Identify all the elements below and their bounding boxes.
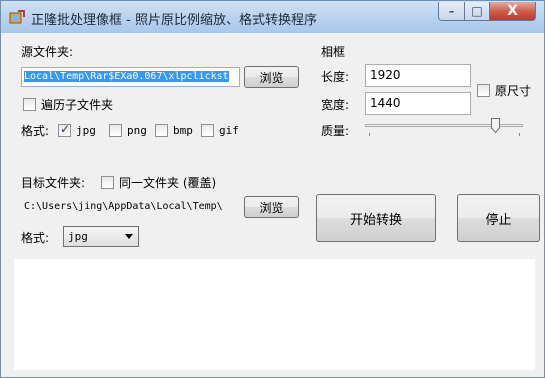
window-title: 正隆批处理像框 - 照片原比例缩放、格式转换程序 [31, 13, 317, 28]
subfolders-label: 遍历子文件夹 [41, 98, 114, 112]
format-jpg-label: jpg [76, 124, 96, 137]
close-icon: X [507, 3, 518, 19]
format-jpg-checkbox[interactable] [58, 122, 71, 137]
same-folder-checkbox[interactable] [101, 176, 114, 189]
target-browse-label: 浏览 [259, 200, 284, 215]
quality-slider-thumb[interactable] [490, 118, 500, 133]
target-format-value: jpg [68, 230, 88, 243]
stop-label: 停止 [485, 212, 512, 228]
format-png-checkbox[interactable] [109, 124, 122, 137]
target-browse-button[interactable]: 浏览 [244, 196, 299, 218]
length-input[interactable]: 1920 [365, 64, 471, 87]
original-size-label: 原尺寸 [495, 84, 532, 98]
app-window: 正隆批处理像框 - 照片原比例缩放、格式转换程序 – □ X 源文件夹: Loc… [0, 0, 545, 378]
subfolders-checkbox[interactable] [23, 98, 36, 111]
source-browse-label: 浏览 [259, 70, 284, 85]
format-png-label: png [127, 124, 147, 137]
source-browse-button[interactable]: 浏览 [244, 66, 299, 88]
same-folder-label: 同一文件夹 (覆盖) [119, 176, 217, 190]
minimize-icon: – [448, 4, 455, 18]
maximize-icon: □ [471, 4, 483, 18]
target-format-label: 格式: [21, 231, 50, 245]
length-label: 长度: [321, 70, 350, 84]
format-gif-label: gif [219, 124, 239, 137]
format-bmp-checkbox[interactable] [155, 124, 168, 137]
app-icon [9, 10, 25, 24]
quality-tick [369, 133, 370, 136]
format-bmp-label: bmp [173, 124, 193, 137]
chevron-down-icon [125, 234, 133, 239]
minimize-button[interactable]: – [438, 2, 465, 21]
title-bar[interactable]: 正隆批处理像框 - 照片原比例缩放、格式转换程序 – □ X [1, 1, 544, 33]
target-format-select[interactable]: jpg [63, 226, 139, 247]
quality-label: 质量: [321, 124, 350, 138]
target-folder-label: 目标文件夹: [21, 176, 86, 190]
blank-area [14, 259, 535, 370]
source-path-input[interactable]: Local\Temp\Rar$EXa0.067\xlpclickst [21, 67, 240, 87]
target-path-input[interactable]: C:\Users\jing\AppData\Local\Temp\ [21, 197, 240, 217]
maximize-button[interactable]: □ [464, 2, 490, 21]
stop-button[interactable]: 停止 [457, 194, 540, 242]
source-path-text: Local\Temp\Rar$EXa0.067\xlpclickst [24, 71, 229, 82]
format-gif-checkbox[interactable] [201, 124, 214, 137]
close-button[interactable]: X [489, 2, 536, 21]
width-label: 宽度: [321, 98, 350, 112]
frame-group-label: 相框 [321, 45, 346, 59]
start-convert-button[interactable]: 开始转换 [316, 194, 436, 242]
source-folder-label: 源文件夹: [21, 45, 74, 59]
quality-tick [519, 133, 520, 136]
start-convert-label: 开始转换 [349, 212, 402, 228]
width-input[interactable]: 1440 [365, 92, 471, 115]
original-size-checkbox[interactable] [477, 84, 490, 97]
source-format-label: 格式: [21, 124, 50, 138]
